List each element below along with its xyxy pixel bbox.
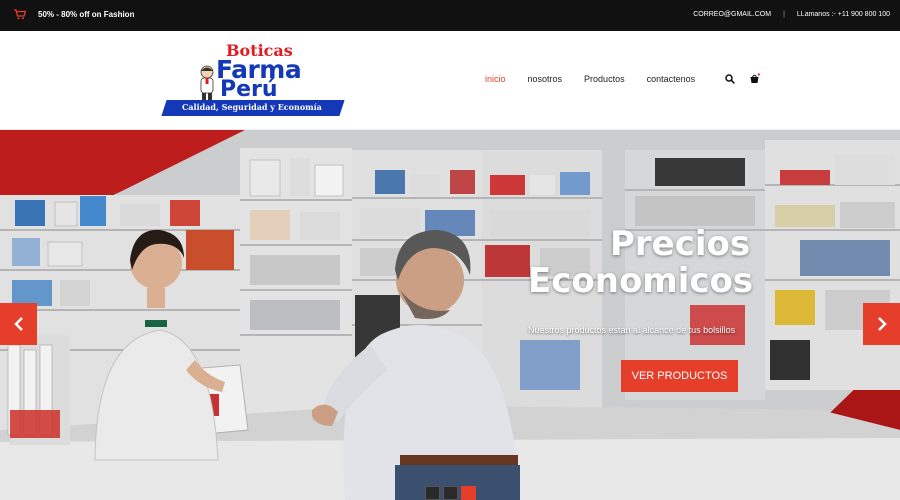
slider-prev-button[interactable]	[0, 303, 37, 345]
logo-line-3: Perú	[220, 77, 278, 102]
nav-item-contactenos[interactable]: contactenos	[647, 74, 696, 84]
pharmacist-mascot-icon	[200, 65, 214, 100]
hero-title-line-1: Precios	[610, 224, 751, 264]
ver-productos-button[interactable]: VER PRODUCTOS	[621, 360, 738, 392]
slider-pagination	[425, 486, 479, 500]
brand-logo[interactable]: Boticas Farma Perú Calidad, Seguridad y …	[161, 37, 345, 121]
phone-text: LLamanos :- +11 900 800 100	[796, 11, 890, 18]
slide-indicator-1[interactable]	[425, 486, 440, 500]
contact-info: CORREO@GMAIL.COM | LLamanos :- +11 900 8…	[693, 11, 890, 18]
top-bar: 50% - 80% off on Fashion CORREO@GMAIL.CO…	[0, 0, 900, 31]
hero-subtitle: Nuestros productos estan al alcance de t…	[528, 325, 736, 335]
nav-item-nosotros[interactable]: nosotros	[528, 74, 563, 84]
separator: |	[783, 11, 785, 18]
logo-tagline: Calidad, Seguridad y Economía	[182, 102, 322, 112]
nav-icons	[725, 73, 774, 84]
main-nav: inicio nosotros Productos contactenos	[485, 73, 774, 84]
nav-item-inicio[interactable]: inicio	[485, 74, 506, 84]
promo-area: 50% - 80% off on Fashion	[14, 9, 134, 20]
slide-indicator-3[interactable]	[461, 486, 476, 500]
hero-slider: Precios Economicos Nuestros productos es…	[0, 130, 900, 500]
promo-text: 50% - 80% off on Fashion	[38, 10, 135, 19]
chevron-right-icon	[877, 317, 887, 331]
slider-next-button[interactable]	[863, 303, 900, 345]
chevron-left-icon	[13, 317, 23, 331]
cart-icon[interactable]	[749, 73, 761, 84]
hero-title-line-2: Economicos	[528, 261, 754, 302]
nav-item-productos[interactable]: Productos	[584, 74, 625, 84]
pharmacy-scene-image	[0, 130, 900, 500]
email-link[interactable]: CORREO@GMAIL.COM	[693, 11, 771, 18]
search-icon[interactable]	[725, 73, 735, 84]
cart-icon	[14, 9, 26, 20]
hero-title: Precios Economicos	[528, 224, 754, 302]
site-header: Boticas Farma Perú Calidad, Seguridad y …	[0, 31, 900, 130]
slide-indicator-2[interactable]	[443, 486, 458, 500]
